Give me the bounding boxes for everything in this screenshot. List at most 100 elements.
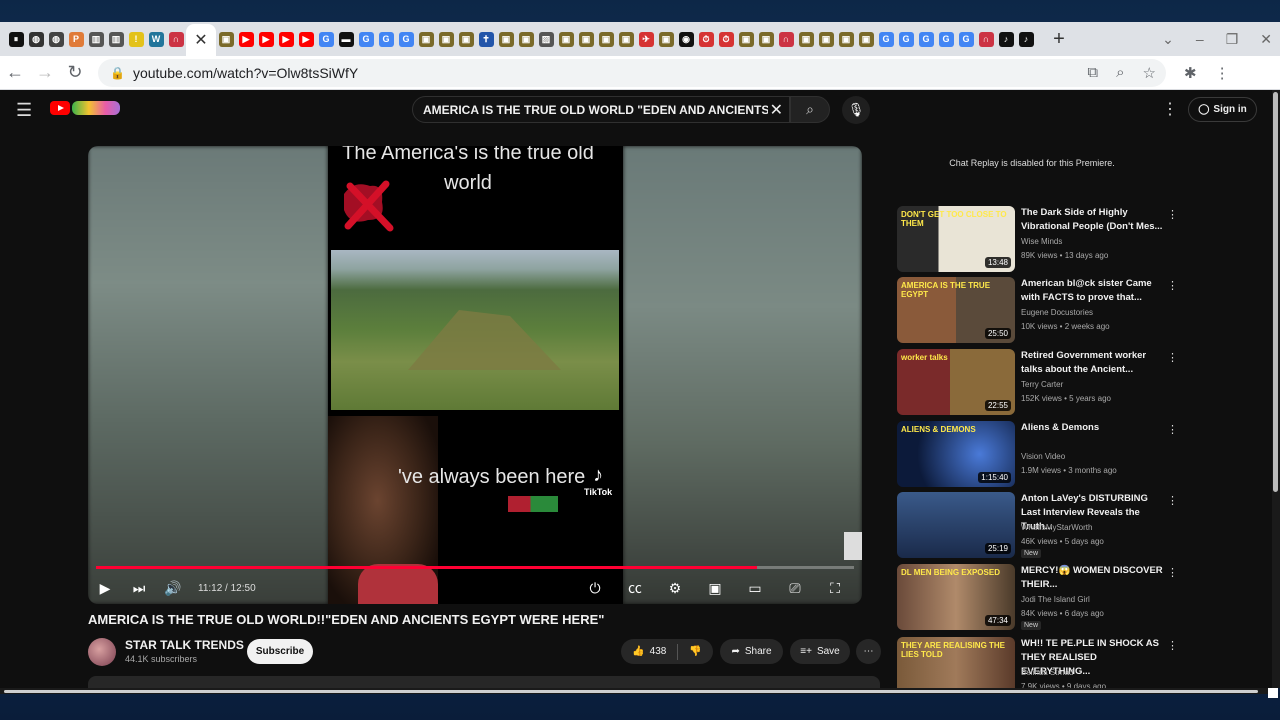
save-button[interactable]: ≡+ Save <box>790 639 850 664</box>
lock-icon[interactable]: 🔒 <box>110 66 125 80</box>
recommendation-menu-icon[interactable]: ⋮ <box>1167 423 1178 436</box>
subscribe-button[interactable]: Subscribe <box>247 639 313 664</box>
browser-tab[interactable]: ◍ <box>26 26 46 52</box>
browser-tab[interactable]: ∩ <box>976 26 996 52</box>
browser-tab[interactable]: ▣ <box>216 26 236 52</box>
browser-tab[interactable]: ▣ <box>496 26 516 52</box>
browser-tab[interactable]: ∩ <box>166 26 186 52</box>
recommendation-title[interactable]: The Dark Side of Highly Vibrational Peop… <box>1021 206 1165 234</box>
browser-tab[interactable]: ▶ <box>296 26 316 52</box>
microphone-icon[interactable]: 🎙 <box>842 96 870 124</box>
miniplayer-icon[interactable]: ▣ <box>698 580 732 597</box>
browser-tab[interactable]: G <box>916 26 936 52</box>
active-tab-close-icon[interactable]: ✕ <box>186 24 216 56</box>
progress-bar[interactable] <box>96 566 854 569</box>
restore-icon[interactable]: ❐ <box>1226 31 1239 48</box>
sign-in-button[interactable]: ◯ Sign in <box>1188 97 1257 122</box>
cast-icon[interactable]: ⎚ <box>778 580 812 597</box>
browser-tab[interactable]: ▣ <box>436 26 456 52</box>
recommendation-item[interactable]: DON'T GET TOO CLOSE TO THEM 13:48 The Dark… <box>897 206 1179 272</box>
recommendation-item[interactable]: DL MEN BEING EXPOSED 47:34 MERCY!😱 WOMEN D… <box>897 564 1179 630</box>
share-button[interactable]: ➦ Share <box>720 639 783 664</box>
browser-tab[interactable]: ◍ <box>46 26 66 52</box>
recommendation-title[interactable]: American bl@ck sister Came with FACTS to… <box>1021 277 1165 305</box>
channel-watermark[interactable] <box>844 532 862 560</box>
recommendation-thumbnail[interactable]: 25:19 <box>897 492 1015 558</box>
browser-tab[interactable]: ▣ <box>416 26 436 52</box>
recommendation-menu-icon[interactable]: ⋮ <box>1167 208 1178 221</box>
close-window-icon[interactable]: ✕ <box>1260 31 1272 48</box>
minimize-icon[interactable]: – <box>1196 31 1204 47</box>
browser-tab[interactable]: ▣ <box>616 26 636 52</box>
browser-tab[interactable]: ∩ <box>776 26 796 52</box>
browser-tab[interactable]: ⏱ <box>716 26 736 52</box>
browser-tab[interactable]: ▣ <box>836 26 856 52</box>
recommendation-menu-icon[interactable]: ⋮ <box>1167 351 1178 364</box>
channel-name[interactable]: STAR TALK TRENDS <box>125 638 244 652</box>
browser-tab[interactable]: ⏸ <box>6 26 26 52</box>
recommendation-title[interactable]: Aliens & Demons <box>1021 421 1165 435</box>
recommendation-menu-icon[interactable]: ⋮ <box>1167 566 1178 579</box>
channel-avatar[interactable] <box>88 638 116 666</box>
recommendation-channel[interactable]: WhatIsMyStarWorth <box>1021 523 1092 532</box>
recommendation-thumbnail[interactable]: ALIENS & DEMONS 1:15:40 <box>897 421 1015 487</box>
browser-tab[interactable]: ⏱ <box>696 26 716 52</box>
settings-kebab-icon[interactable]: ⋮ <box>1162 99 1178 119</box>
video-player[interactable]: The America's is the true old world 've … <box>88 146 862 604</box>
browser-tab[interactable]: ▣ <box>856 26 876 52</box>
like-count[interactable]: 438 <box>650 646 667 657</box>
recommendation-item[interactable]: worker talks 22:55 Retired Government work… <box>897 349 1179 415</box>
browser-tab[interactable]: W <box>146 26 166 52</box>
search-icon[interactable]: ⌕ <box>790 96 830 123</box>
browser-tab[interactable]: ▣ <box>756 26 776 52</box>
browser-tab[interactable]: G <box>356 26 376 52</box>
captions-icon[interactable]: ㏄ <box>618 578 652 598</box>
recommendation-item[interactable]: ALIENS & DEMONS 1:15:40 Aliens & Demons Vis… <box>897 421 1179 487</box>
tab-search-icon[interactable]: ⌄ <box>1162 31 1174 48</box>
clear-search-icon[interactable]: ✕ <box>770 100 783 120</box>
new-tab-icon[interactable]: + <box>1046 28 1072 51</box>
browser-tab[interactable]: ▣ <box>516 26 536 52</box>
thumbs-down-icon[interactable]: 👎 <box>689 646 701 657</box>
recommendation-item[interactable]: 25:19 Anton LaVey's DISTURBING Last Inter… <box>897 492 1179 558</box>
back-icon[interactable]: ← <box>0 62 30 83</box>
browser-menu-icon[interactable]: ⋮ <box>1215 64 1230 82</box>
browser-tab[interactable]: ♪ <box>1016 26 1036 52</box>
browser-tab[interactable]: ▣ <box>556 26 576 52</box>
browser-tab[interactable]: ✝ <box>476 26 496 52</box>
browser-tab[interactable]: ▣ <box>596 26 616 52</box>
volume-icon[interactable]: 🔊 <box>156 580 190 597</box>
browser-tab[interactable]: ✈ <box>636 26 656 52</box>
recommendation-channel[interactable]: Terry Carter <box>1021 380 1063 389</box>
description-box[interactable] <box>88 676 880 688</box>
open-in-app-icon[interactable]: ⧉ <box>1087 64 1098 82</box>
vertical-scroll-thumb[interactable] <box>1273 92 1278 492</box>
browser-tab[interactable]: ▶ <box>236 26 256 52</box>
next-icon[interactable]: ⏭ <box>122 580 156 597</box>
youtube-logo[interactable] <box>50 101 70 115</box>
browser-tab[interactable]: G <box>896 26 916 52</box>
horizontal-scroll-thumb[interactable] <box>4 690 1258 693</box>
recommendation-menu-icon[interactable]: ⋮ <box>1167 639 1178 652</box>
browser-tab[interactable]: ▣ <box>456 26 476 52</box>
browser-tab[interactable]: ▶ <box>276 26 296 52</box>
recommendation-channel[interactable]: Eugene Docustories <box>1021 308 1093 317</box>
recommendation-channel[interactable]: Belinda Strnad <box>1021 668 1073 677</box>
browser-tab[interactable]: ▣ <box>656 26 676 52</box>
recommendation-channel[interactable]: Jodi The Island Girl <box>1021 595 1090 604</box>
recommendation-menu-icon[interactable]: ⋮ <box>1167 494 1178 507</box>
browser-tab[interactable]: ▣ <box>816 26 836 52</box>
youtube-doodle[interactable] <box>72 101 120 115</box>
extensions-icon[interactable]: ✱ <box>1184 64 1197 82</box>
browser-tab[interactable]: P <box>66 26 86 52</box>
browser-tab[interactable]: G <box>316 26 336 52</box>
zoom-icon[interactable]: ⌕ <box>1116 64 1124 82</box>
recommendation-channel[interactable]: Wise Minds <box>1021 237 1062 246</box>
browser-tab[interactable]: ▣ <box>796 26 816 52</box>
browser-tab[interactable]: G <box>376 26 396 52</box>
autoplay-toggle-icon[interactable]: ⏻ <box>578 580 612 597</box>
browser-tab[interactable]: ▥ <box>86 26 106 52</box>
browser-tab[interactable]: G <box>936 26 956 52</box>
browser-tab[interactable]: ! <box>126 26 146 52</box>
reload-icon[interactable]: ↻ <box>60 62 90 83</box>
